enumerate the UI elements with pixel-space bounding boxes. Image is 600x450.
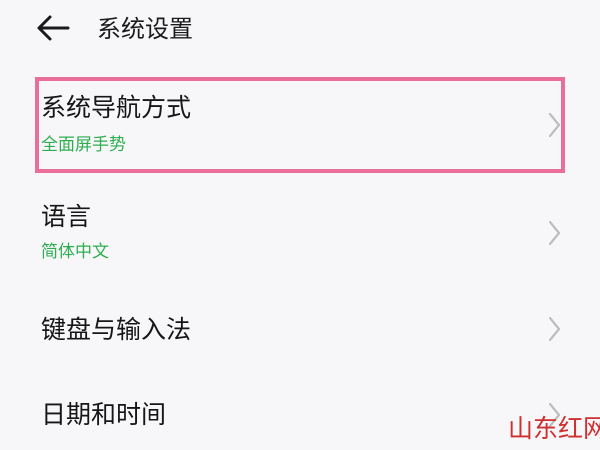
chevron-right-icon	[545, 314, 565, 344]
chevron-right-icon	[545, 110, 565, 140]
arrow-left-icon	[37, 15, 70, 41]
setting-row-keyboard-input[interactable]: 键盘与输入法	[0, 290, 600, 370]
setting-row-language[interactable]: 语言 简体中文	[0, 190, 600, 280]
setting-title: 系统导航方式	[41, 93, 192, 122]
setting-title: 键盘与输入法	[41, 315, 192, 344]
setting-subtitle: 全面屏手势	[41, 135, 126, 155]
setting-subtitle: 简体中文	[41, 242, 109, 262]
chevron-right-icon	[545, 218, 565, 248]
setting-title: 日期和时间	[41, 400, 167, 429]
watermark: 山东红网	[508, 414, 600, 443]
setting-title: 语言	[41, 202, 92, 231]
setting-row-navigation-mode[interactable]: 系统导航方式 全面屏手势	[0, 80, 600, 172]
top-bar: 系统设置	[0, 0, 600, 60]
back-button[interactable]	[34, 12, 74, 44]
page-title: 系统设置	[97, 15, 193, 43]
